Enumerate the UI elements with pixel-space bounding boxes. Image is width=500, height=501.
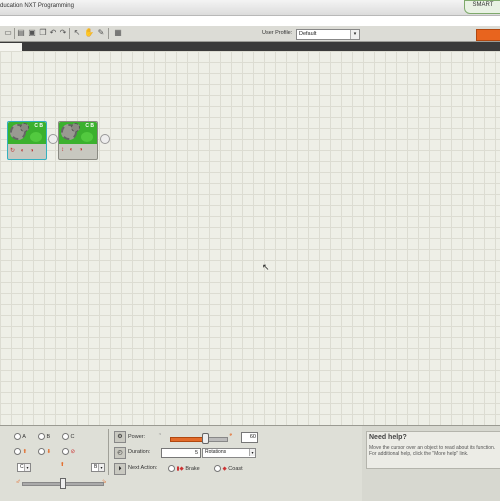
chevron-down-icon: ▾ [98,464,104,471]
gear-icon [20,123,29,132]
direction-backward-option[interactable]: ⬇ [38,448,51,455]
toolbar-separator [108,28,109,39]
coast-label: Coast [228,465,243,472]
help-text: Move the cursor over an object to read a… [369,445,496,457]
coast-radio[interactable] [214,465,221,472]
direction-stop-radio[interactable] [62,448,69,455]
next-action-label: Next Action: [128,465,158,471]
copy-icon[interactable]: ❐ [38,28,48,38]
undo-icon[interactable]: ↶ [48,28,58,38]
port-c-option[interactable]: C [62,433,75,440]
power-high-icon: ◕ [229,432,233,438]
sequence-beam-connector[interactable] [100,134,110,144]
arrow-up-icon: ⬆ [22,448,28,455]
power-slider-fill [170,437,206,442]
direction-forward-option[interactable]: ⬆ [14,448,27,455]
coast-option[interactable]: ◆ Coast [214,465,243,472]
arrow-down-icon: ⬇ [46,448,52,455]
move-block-1[interactable]: C B ↻ ◐ ◑ [7,121,47,160]
sequence-beam-connector[interactable] [48,134,58,144]
programming-canvas[interactable] [0,51,500,425]
user-profile-select[interactable]: Default ▾ [296,29,360,40]
open-file-icon[interactable]: ▤ [16,28,26,38]
save-icon[interactable]: ▣ [27,28,37,38]
steer-right-icon: ⬂ [102,479,107,485]
tab-active-program[interactable] [0,43,22,51]
redo-icon[interactable]: ↷ [58,28,68,38]
smart-button-label: SMART [472,2,494,8]
mouse-cursor-icon: ↖ [262,262,270,272]
port-b-radio[interactable] [38,433,45,440]
stop-icon: ⊘ [70,448,76,455]
duration-icon: ◴ [114,447,126,459]
chevron-down-icon: ▾ [249,449,255,456]
brake-option[interactable]: ▮◆ Brake [168,465,200,472]
gear-icon [71,123,80,132]
comment-icon[interactable]: ✎ [96,28,106,38]
program-tab-bar [0,42,500,51]
power-icon: ⚙ [114,431,126,443]
chevron-down-icon: ▾ [24,464,30,471]
block-ports-label: C B [34,123,43,129]
toolbar-separator [14,28,15,39]
brake-icon: ▮◆ [176,465,184,472]
duration-unit-value: Rotations [205,449,227,455]
direction-forward-radio[interactable] [14,448,21,455]
direction-stop-option[interactable]: ⊘ [62,448,75,455]
power-low-icon: ◔ [158,432,162,438]
brake-radio[interactable] [168,465,175,472]
port-b-option[interactable]: B [38,433,50,440]
chevron-down-icon[interactable]: ▾ [350,30,359,39]
block-config-icons: ↕ ◐ ◑ [61,147,85,153]
user-profile-label: User Profile: [262,30,293,36]
direction-backward-radio[interactable] [38,448,45,455]
download-button[interactable] [476,29,500,41]
port-a-radio[interactable] [14,433,21,440]
duration-value-field[interactable]: 5 [161,448,201,458]
steer-left-select[interactable]: C ▾ [17,463,31,472]
port-c-radio[interactable] [62,433,69,440]
smart-button[interactable]: SMART [464,0,500,14]
duration-unit-select[interactable]: Rotations ▾ [202,448,256,458]
pan-hand-icon[interactable]: ✋ [84,28,94,38]
new-file-icon[interactable]: ▭ [3,28,13,38]
steering-slider-knob[interactable] [60,478,66,489]
window-title-bar [0,0,500,16]
pointer-icon[interactable]: ↖ [72,28,82,38]
steer-right-value: B [94,464,98,470]
port-a-label: A [22,433,26,440]
window-title: ducation NXT Programming [0,3,74,9]
steer-right-select[interactable]: B ▾ [91,463,105,472]
port-b-label: B [46,433,51,440]
coast-icon: ◆ [222,465,227,472]
block-ports-label: C B [85,123,94,129]
duration-label: Duration: [128,449,151,455]
block-status-indicator [81,132,93,142]
next-action-icon: ⏵ [114,463,126,475]
arrow-up-icon: ⬆ [60,462,65,468]
brake-label: Brake [185,465,200,472]
power-slider-knob[interactable] [202,433,209,444]
port-c-label: C [70,433,75,440]
port-a-option[interactable]: A [14,433,26,440]
block-status-indicator [30,132,42,142]
custom-palette-icon[interactable]: ▦ [113,28,123,38]
help-title: Need help? [369,434,407,441]
panel-divider [108,429,109,475]
power-label: Power: [128,434,146,440]
power-value-field[interactable]: 60 [241,432,258,443]
steer-left-icon: ⬃ [16,479,21,485]
toolbar-separator [69,28,70,39]
move-block-2[interactable]: C B ↕ ◐ ◑ [58,121,98,160]
block-config-icons: ↻ ◐ ◑ [10,148,36,154]
user-profile-value: Default [299,31,317,37]
